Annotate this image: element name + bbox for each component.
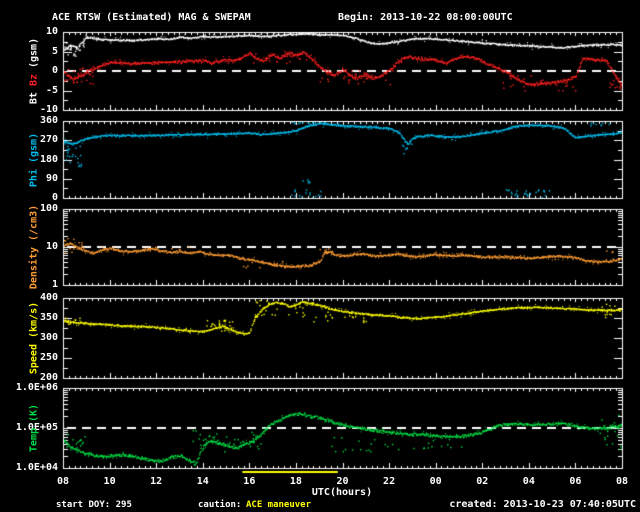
x-tick-label: 02 bbox=[476, 476, 489, 487]
page-title: ACE RTSW (Estimated) MAG & SWEPAM bbox=[52, 12, 251, 23]
density-axis-label: Density (/cm3) bbox=[29, 205, 40, 289]
temp-axis-label: Temp (K) bbox=[29, 404, 40, 452]
x-tick-label: 10 bbox=[103, 476, 116, 487]
x-tick-label: 12 bbox=[150, 476, 163, 487]
speed-axis-label-part: Speed (km/s) bbox=[28, 301, 40, 375]
mag-axis-label-part: Bz bbox=[28, 74, 40, 87]
phi-ytick-label: 360 bbox=[39, 115, 58, 126]
caution-value: ACE maneuver bbox=[246, 500, 312, 510]
temp-ytick-label: 1.0E+06 bbox=[15, 382, 58, 393]
chart-canvas bbox=[0, 0, 640, 512]
x-tick-label: 14 bbox=[196, 476, 209, 487]
phi-axis-label: Phi (gsm) bbox=[29, 132, 40, 186]
mag-axis-label: Bt Bz (gsm) bbox=[29, 38, 40, 104]
created-timestamp: created: 2013-10-23 07:40:05UTC bbox=[449, 499, 636, 510]
speed-axis-label: Speed (km/s) bbox=[29, 302, 40, 374]
temp-ytick-label: 1.0E+04 bbox=[15, 462, 58, 473]
temp-axis-label-part: Temp (K) bbox=[28, 403, 40, 453]
x-tick-label: 04 bbox=[522, 476, 535, 487]
x-tick-label: 06 bbox=[569, 476, 582, 487]
x-tick-label: 00 bbox=[429, 476, 442, 487]
phi-ytick-label: 0 bbox=[51, 192, 58, 203]
begin-timestamp: Begin: 2013-10-22 08:00:00UTC bbox=[338, 12, 513, 23]
x-tick-label: 08 bbox=[615, 476, 629, 487]
mag-axis-label-part: (gsm) bbox=[28, 37, 40, 69]
ace-rtsw-plot: ACE RTSW (Estimated) MAG & SWEPAM Begin:… bbox=[0, 0, 640, 512]
x-axis-title: UTC(hours) bbox=[311, 487, 373, 498]
density-axis-label-part: Density (/cm3) bbox=[28, 204, 40, 290]
x-tick-label: 22 bbox=[383, 476, 396, 487]
x-tick-label: 08 bbox=[56, 476, 70, 487]
x-tick-label: 18 bbox=[289, 476, 302, 487]
phi-axis-label-part: Phi (gsm) bbox=[28, 132, 40, 187]
mag-axis-label-part: Bt bbox=[28, 92, 40, 105]
x-tick-label: 20 bbox=[336, 476, 349, 487]
mag-ytick-label: -10 bbox=[39, 104, 58, 115]
x-tick-label: 16 bbox=[243, 476, 256, 487]
mag-ytick-label: 10 bbox=[45, 26, 58, 37]
start-doy-label: start DOY: 295 bbox=[56, 500, 132, 510]
caution-label: caution: bbox=[198, 500, 242, 510]
